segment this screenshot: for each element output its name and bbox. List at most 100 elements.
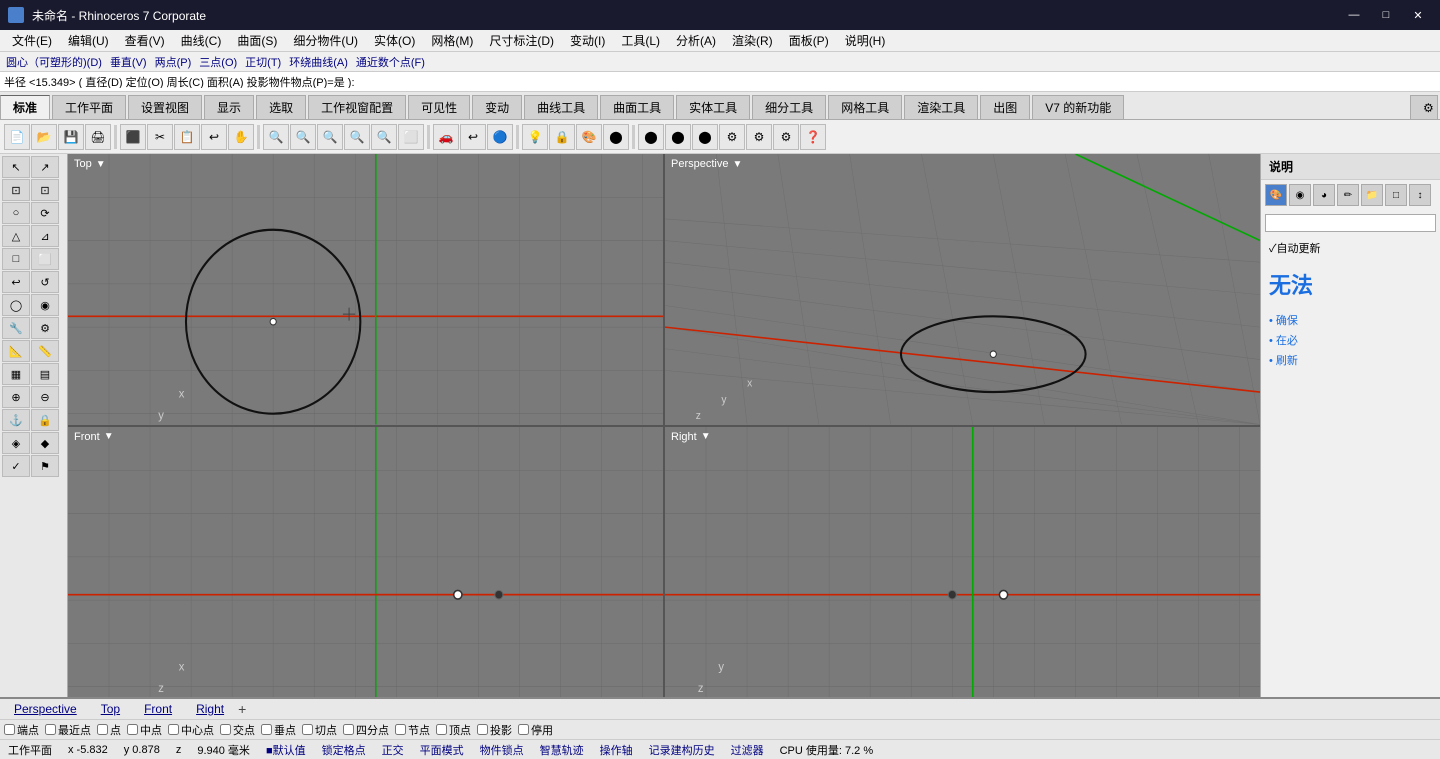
cmd-option[interactable]: 通近数个点(F) (354, 54, 427, 70)
top-tab-[interactable]: 细分工具 (752, 95, 826, 119)
toolbar-button-11[interactable]: 🔍 (317, 124, 343, 150)
snap-checkbox-顶点[interactable] (436, 724, 447, 735)
top-tab-[interactable]: 选取 (256, 95, 306, 119)
left-toolbar-button[interactable]: ⊖ (31, 386, 59, 408)
top-tab-[interactable]: 曲线工具 (524, 95, 598, 119)
toolbar-button-4[interactable]: ⬛ (120, 124, 146, 150)
menu-item-p[interactable]: 面板(P) (781, 30, 837, 51)
viewport-top-dropdown[interactable]: ▼ (96, 159, 106, 170)
snap-checkbox-节点[interactable] (395, 724, 406, 735)
top-tab-v7[interactable]: V7 的新功能 (1032, 95, 1124, 119)
left-toolbar-button[interactable]: □ (2, 248, 30, 270)
snap-checkbox-交点[interactable] (220, 724, 231, 735)
snap-停用[interactable]: 停用 (518, 722, 553, 738)
panel-tab-5[interactable]: 📁 (1361, 184, 1383, 206)
settings-icon[interactable]: ⚙ (1410, 95, 1438, 119)
viewport-front[interactable]: z x Front ▼ (68, 427, 663, 698)
top-tab-[interactable]: 工作视窗配置 (308, 95, 406, 119)
status-[interactable]: 物件锁点 (476, 742, 528, 758)
toolbar-button-6[interactable]: 📋 (174, 124, 200, 150)
left-toolbar-button[interactable]: ↩ (2, 271, 30, 293)
status-[interactable]: 操作轴 (596, 742, 637, 758)
left-toolbar-button[interactable]: ◆ (31, 432, 59, 454)
bottom-tab-right[interactable]: Right (186, 700, 234, 718)
left-toolbar-button[interactable]: ◯ (2, 294, 30, 316)
snap-checkbox-垂点[interactable] (261, 724, 272, 735)
left-toolbar-button[interactable]: ⟳ (31, 202, 59, 224)
add-viewport-tab-button[interactable]: + (238, 701, 246, 717)
left-toolbar-button[interactable]: △ (2, 225, 30, 247)
menu-item-l[interactable]: 工具(L) (613, 30, 668, 51)
toolbar-button-8[interactable]: ✋ (228, 124, 254, 150)
toolbar-button-17[interactable]: 🔵 (487, 124, 513, 150)
left-toolbar-button[interactable]: ⚓ (2, 409, 30, 431)
snap-checkbox-端点[interactable] (4, 724, 15, 735)
top-tab-[interactable]: 显示 (204, 95, 254, 119)
top-tab-[interactable]: 工作平面 (52, 95, 126, 119)
toolbar-button-25[interactable]: ⚙ (719, 124, 745, 150)
toolbar-button-14[interactable]: ⬜ (398, 124, 424, 150)
panel-tab-color[interactable]: 🎨 (1265, 184, 1287, 206)
menu-item-u[interactable]: 细分物件(U) (285, 30, 366, 51)
menu-item-e[interactable]: 文件(E) (4, 30, 60, 51)
panel-search-input[interactable] (1265, 214, 1436, 232)
toolbar-button-20[interactable]: 🎨 (576, 124, 602, 150)
snap-四分点[interactable]: 四分点 (343, 722, 389, 738)
menu-item-h[interactable]: 说明(H) (837, 30, 894, 51)
cmd-input[interactable] (4, 76, 1436, 88)
toolbar-button-7[interactable]: ↩ (201, 124, 227, 150)
panel-tab-2[interactable]: ◉ (1289, 184, 1311, 206)
left-toolbar-button[interactable]: ◉ (31, 294, 59, 316)
left-toolbar-button[interactable]: ⊡ (31, 179, 59, 201)
top-tab-[interactable]: 网格工具 (828, 95, 902, 119)
close-button[interactable]: ✕ (1404, 5, 1432, 25)
left-toolbar-button[interactable]: ⚙ (31, 317, 59, 339)
left-toolbar-button[interactable]: 🔒 (31, 409, 59, 431)
snap-中点[interactable]: 中点 (127, 722, 162, 738)
top-tab-[interactable]: 渲染工具 (904, 95, 978, 119)
toolbar-button-10[interactable]: 🔍 (290, 124, 316, 150)
status-[interactable]: 平面模式 (416, 742, 468, 758)
toolbar-button-15[interactable]: 🚗 (433, 124, 459, 150)
status-item[interactable]: ■默认值 (262, 742, 310, 758)
toolbar-button-23[interactable]: ⬤ (665, 124, 691, 150)
menu-item-u[interactable]: 编辑(U) (60, 30, 117, 51)
snap-节点[interactable]: 节点 (395, 722, 430, 738)
left-toolbar-button[interactable]: 📐 (2, 340, 30, 362)
viewport-top[interactable]: y x Top ▼ (68, 154, 663, 425)
menu-item-c[interactable]: 曲线(C) (173, 30, 230, 51)
left-toolbar-button[interactable]: ⊡ (2, 179, 30, 201)
viewport-right-dropdown[interactable]: ▼ (701, 431, 711, 442)
status-[interactable]: 正交 (378, 742, 408, 758)
menu-item-r[interactable]: 渲染(R) (724, 30, 781, 51)
top-tab-[interactable]: 变动 (472, 95, 522, 119)
toolbar-button-27[interactable]: ⚙ (773, 124, 799, 150)
toolbar-button-3[interactable]: 🖨 (85, 124, 111, 150)
top-tab-[interactable]: 设置视图 (128, 95, 202, 119)
snap-点[interactable]: 点 (97, 722, 121, 738)
toolbar-button-0[interactable]: 📄 (4, 124, 30, 150)
cmd-option[interactable]: 三点(O) (197, 54, 239, 70)
snap-垂点[interactable]: 垂点 (261, 722, 296, 738)
menu-item-a[interactable]: 分析(A) (668, 30, 724, 51)
snap-投影[interactable]: 投影 (477, 722, 512, 738)
toolbar-button-1[interactable]: 📂 (31, 124, 57, 150)
snap-交点[interactable]: 交点 (220, 722, 255, 738)
toolbar-button-5[interactable]: ✂ (147, 124, 173, 150)
bottom-tab-perspective[interactable]: Perspective (4, 700, 87, 718)
viewport-front-dropdown[interactable]: ▼ (104, 431, 114, 442)
snap-checkbox-最近点[interactable] (45, 724, 56, 735)
status-[interactable]: 过滤器 (727, 742, 768, 758)
toolbar-button-22[interactable]: ⬤ (638, 124, 664, 150)
toolbar-button-18[interactable]: 💡 (522, 124, 548, 150)
cmd-option[interactable]: 垂直(V) (108, 54, 149, 70)
viewport-right[interactable]: z y Right ▼ (665, 427, 1260, 698)
left-toolbar-button[interactable]: ✓ (2, 455, 30, 477)
snap-端点[interactable]: 端点 (4, 722, 39, 738)
cmd-option[interactable]: 两点(P) (153, 54, 194, 70)
left-toolbar-button[interactable]: ◈ (2, 432, 30, 454)
left-toolbar-button[interactable]: ○ (2, 202, 30, 224)
toolbar-button-12[interactable]: 🔍 (344, 124, 370, 150)
status-[interactable]: 锁定格点 (318, 742, 370, 758)
cmd-option[interactable]: 环绕曲线(A) (287, 54, 350, 70)
